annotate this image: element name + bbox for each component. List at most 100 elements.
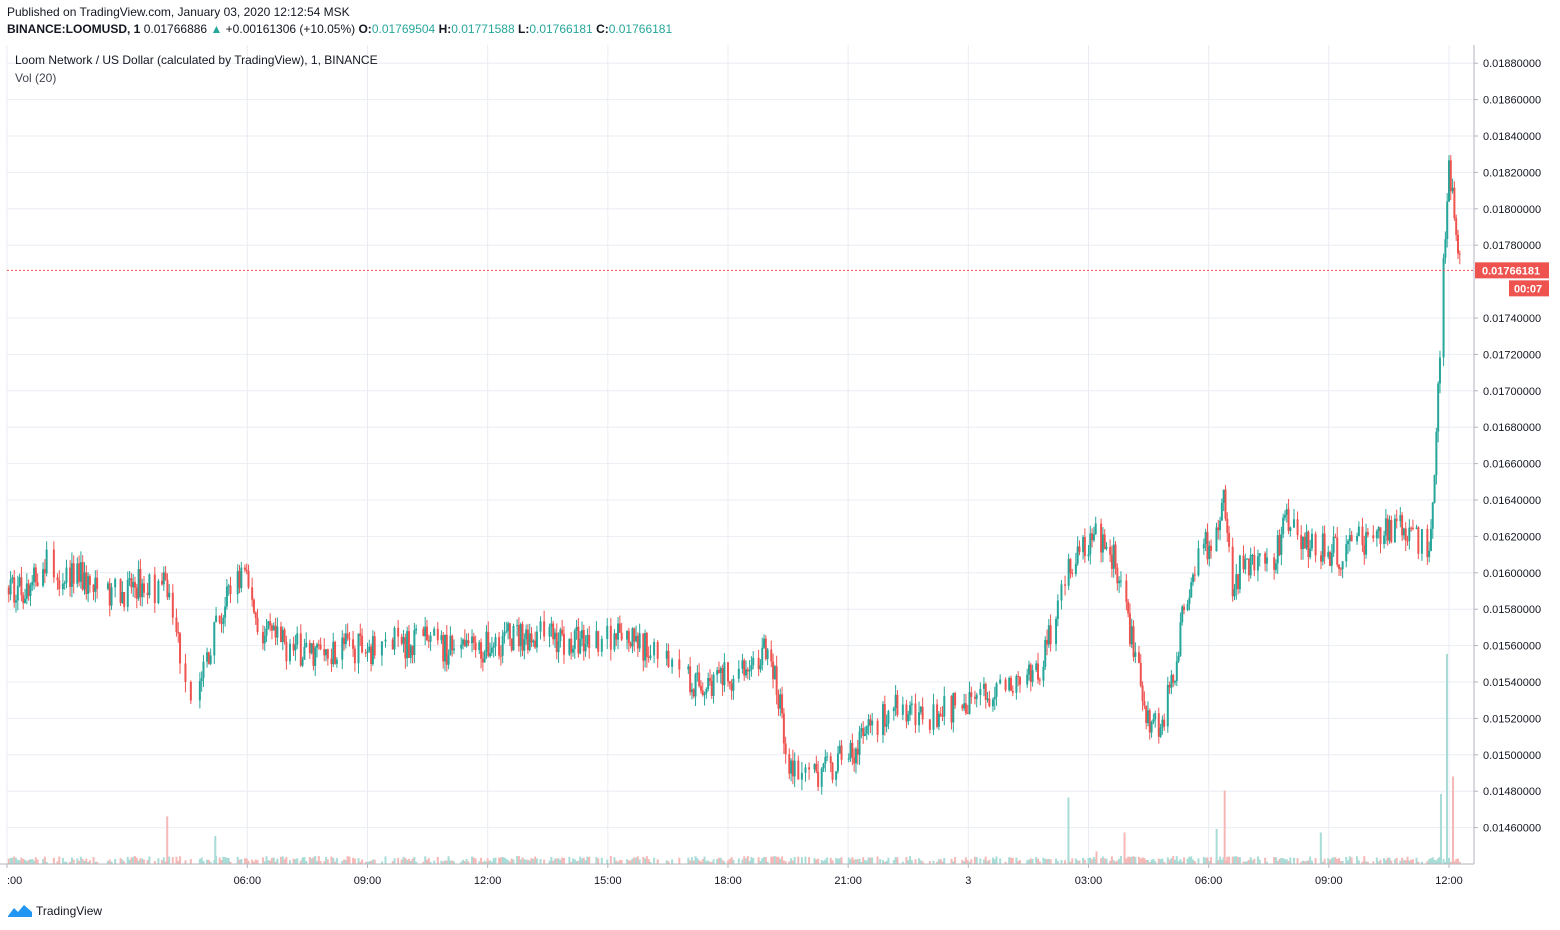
volume-bar: [993, 859, 996, 864]
volume-bar: [905, 857, 908, 864]
volume-bar: [1329, 859, 1332, 864]
volume-bar: [139, 858, 142, 864]
candle-body: [153, 574, 156, 604]
volume-bar: [790, 858, 793, 864]
volume-bar: [1314, 858, 1317, 864]
candle-body: [647, 656, 650, 658]
candle-body: [303, 646, 306, 660]
candle-body: [43, 569, 46, 574]
candle-body: [550, 623, 553, 627]
candle-body: [928, 719, 931, 730]
candle-body: [218, 615, 221, 623]
volume-bar: [694, 856, 697, 864]
candle-body: [1067, 559, 1070, 586]
footer-brand[interactable]: TradingView: [8, 904, 102, 918]
candle-body: [184, 663, 187, 682]
volume-legend[interactable]: Vol (20): [15, 71, 56, 85]
volume-bar: [126, 856, 129, 864]
price-chart[interactable]: 0.01880000 0.01860000 0.01840000 0.01820000…: [0, 0, 1560, 930]
candle-body: [1356, 536, 1359, 542]
candle-body: [409, 645, 412, 658]
volume-bar: [991, 857, 994, 864]
volume-bar: [427, 858, 430, 864]
candle-body: [58, 580, 61, 590]
volume-bar: [1415, 857, 1418, 864]
volume-bar: [820, 860, 823, 864]
volume-bar: [863, 860, 866, 864]
candle-body: [348, 638, 351, 640]
candle-body: [121, 591, 124, 603]
volume-bar: [1202, 857, 1205, 864]
candle-body: [1348, 535, 1351, 541]
candle-body: [1417, 527, 1420, 554]
candle-body: [1426, 528, 1429, 558]
volume-bar: [1074, 858, 1077, 864]
volume-bar: [15, 857, 18, 864]
volume-bar: [133, 856, 136, 864]
y-tick-label: 0.01500000: [1483, 750, 1541, 762]
volume-bar: [918, 858, 921, 864]
volume-bar: [939, 859, 942, 864]
volume-bar: [1037, 858, 1040, 864]
candle-body: [555, 632, 558, 653]
volume-bar: [559, 859, 562, 864]
volume-bar: [553, 858, 556, 864]
volume-bar: [1384, 860, 1387, 864]
candle-body: [847, 758, 850, 760]
volume-bar: [1008, 857, 1011, 864]
volume-bar: [579, 856, 582, 864]
candle-body: [1235, 574, 1238, 590]
candle-body: [1453, 187, 1456, 219]
candle-body: [1074, 563, 1077, 575]
tradingview-logo-icon: [8, 904, 32, 918]
volume-bar: [595, 856, 598, 864]
time-axis[interactable]: :00 06:00 09:00 12:00 15:00 18:00 21:00 3 03:00 0…: [0, 863, 1474, 887]
volume-bar: [141, 858, 144, 864]
volume-bar: [175, 856, 178, 864]
volume-bar: [1076, 860, 1079, 864]
candle-body: [1246, 558, 1249, 560]
candle-body: [20, 577, 23, 596]
volume-bar: [243, 858, 246, 864]
symbol-name[interactable]: BINANCE:LOOMUSD, 1: [7, 22, 140, 36]
candle-body: [521, 624, 524, 651]
volume-bar: [1118, 858, 1121, 864]
candle-body: [1035, 663, 1038, 671]
candle-body: [1282, 517, 1285, 535]
candle-body: [391, 639, 394, 650]
volume-bar: [831, 860, 834, 864]
volume-bar: [1119, 856, 1122, 864]
volume-bar: [979, 858, 982, 864]
volume-bar: [732, 859, 735, 864]
candle-body: [975, 694, 978, 699]
y-tick-label: 0.01720000: [1483, 349, 1541, 361]
series-legend-title[interactable]: Loom Network / US Dollar (calculated by …: [15, 53, 378, 67]
candle-body: [1154, 713, 1157, 720]
open-label: O:: [358, 22, 372, 36]
price-axis[interactable]: 0.01880000 0.01860000 0.01840000 0.01820000…: [1473, 45, 1549, 864]
candle-body: [730, 683, 733, 691]
candle-body: [72, 563, 75, 584]
candle-body: [528, 633, 531, 651]
volume-bar: [1197, 858, 1200, 864]
candle-body: [853, 757, 856, 764]
volume-bar: [76, 858, 79, 864]
candle-body: [665, 650, 668, 659]
volume-bar: [1134, 856, 1137, 864]
volume-bar: [647, 859, 650, 864]
candle-body: [1238, 555, 1241, 590]
volume-bar: [1192, 859, 1195, 864]
x-tick-label: 12:00: [1435, 875, 1463, 887]
candle-body: [1092, 534, 1095, 541]
candle-body: [743, 660, 746, 676]
candle-body: [1338, 564, 1341, 569]
volume-bar: [436, 856, 439, 864]
volume-bar: [615, 860, 618, 864]
candle-body: [867, 719, 870, 727]
volume-bar: [121, 859, 124, 864]
candle-body: [1141, 685, 1144, 702]
candle-body: [179, 633, 182, 664]
candle-body: [918, 712, 921, 726]
volume-bar: [1009, 857, 1012, 864]
candle-body: [620, 632, 623, 640]
